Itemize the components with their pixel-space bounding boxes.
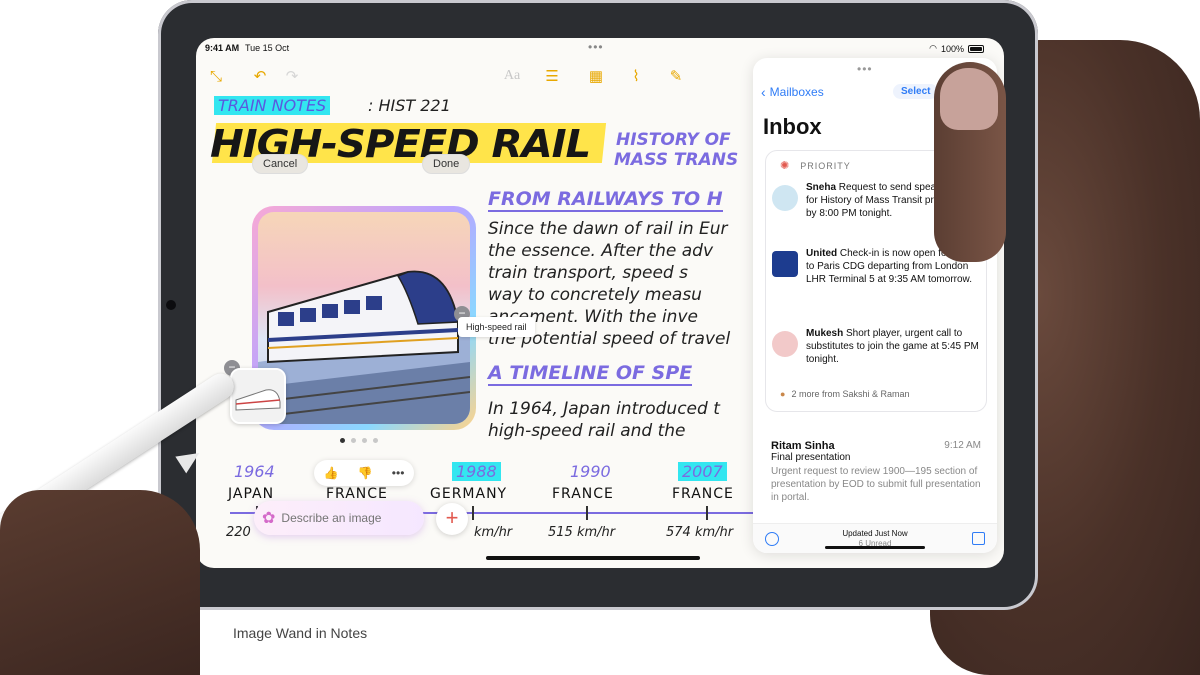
image-playground-icon: ✿ — [262, 510, 276, 527]
section2-line-2: high-speed rail and the — [488, 421, 686, 441]
undo-icon[interactable]: ↶ — [250, 66, 270, 86]
title-side-line-1: HISTORY OF — [616, 130, 731, 150]
table-icon[interactable]: ▦ — [586, 66, 606, 86]
attachment-icon[interactable]: ⌇ — [626, 66, 646, 86]
image-page-indicator[interactable] — [340, 438, 378, 443]
section2-heading: A TIMELINE OF SPE — [488, 362, 693, 386]
timeline-tick — [586, 506, 588, 520]
status-indicators: ◠ 100% — [929, 43, 984, 54]
battery-percent: 100% — [940, 43, 964, 54]
message-sender: Mukesh — [806, 328, 844, 339]
status-time: 9:41 AM — [205, 43, 240, 53]
message-subject: Final presentation — [771, 452, 851, 463]
train-illustration — [258, 270, 470, 424]
mailboxes-label: Mailboxes — [769, 85, 824, 99]
markup-icon[interactable]: ✎ — [666, 66, 686, 86]
priority-icon: ✺ — [780, 160, 791, 172]
airline-logo — [772, 251, 798, 277]
source-sketch-thumbnail[interactable] — [230, 368, 286, 424]
priority-label: PRIORITY — [800, 160, 851, 171]
mailboxes-back-button[interactable]: ‹ Mailboxes — [761, 84, 824, 100]
timeline-year: 1988 — [452, 462, 501, 481]
timeline-year: 2007 — [678, 462, 727, 481]
priority-message[interactable]: Mukesh Short player, urgent call to subs… — [772, 327, 982, 371]
slide-over-home-indicator[interactable] — [825, 546, 925, 549]
done-button[interactable]: Done — [422, 154, 471, 174]
message-sender: United — [806, 248, 838, 259]
title-side-line-2: MASS TRANS — [614, 150, 739, 170]
timeline-country: JAPAN — [228, 486, 275, 502]
more-messages-label: 2 more from Sakshi & Raman — [791, 389, 910, 399]
timeline-speed: 220 — [226, 525, 251, 540]
course-label: : HIST 221 — [368, 96, 451, 115]
tag-label: TRAIN NOTES — [214, 96, 331, 115]
section1-line-3: train transport, speed s — [488, 263, 688, 283]
message-sender: Sneha — [806, 182, 837, 193]
compose-icon[interactable] — [972, 532, 985, 545]
slide-over-grabber-icon[interactable]: ••• — [857, 62, 873, 76]
timeline-speed: 574 km/hr — [666, 525, 734, 540]
timeline-speed: 515 km/hr — [548, 525, 616, 540]
sketch-illustration — [232, 370, 284, 422]
image-caption: Image Wand in Notes — [233, 625, 368, 641]
timeline-country: FRANCE — [672, 486, 734, 502]
checklist-icon[interactable]: ☰ — [542, 66, 562, 86]
section2-line-1: In 1964, Japan introduced t — [488, 399, 720, 419]
describe-image-input[interactable] — [281, 511, 402, 525]
battery-icon — [968, 44, 984, 53]
updated-label: Updated Just Now — [842, 529, 908, 538]
thumbs-up-icon[interactable]: 👍 — [324, 466, 339, 480]
chevron-left-icon: ‹ — [761, 84, 766, 100]
feedback-bar: 👍 👎 ••• — [314, 460, 414, 486]
wifi-icon: ◠ — [929, 43, 937, 53]
timeline-country: FRANCE — [552, 486, 614, 502]
thumbs-down-icon[interactable]: 👎 — [358, 466, 373, 480]
front-camera — [166, 300, 176, 310]
timeline-country: GERMANY — [430, 486, 508, 502]
section1-line-1: Since the dawn of rail in Eur — [488, 219, 728, 239]
section1-line-2: the essence. After the adv — [488, 241, 714, 261]
image-description-label[interactable]: High-speed rail — [458, 317, 535, 337]
multitasking-dots-icon[interactable]: ••• — [588, 40, 604, 54]
more-options-icon[interactable]: ••• — [392, 466, 405, 480]
timeline-country: FRANCE — [326, 486, 388, 502]
left-hand — [0, 490, 200, 675]
generated-train-image[interactable] — [258, 212, 470, 424]
message-row[interactable]: Ritam Sinha 9:12 AM Final presentation U… — [771, 440, 981, 504]
collapse-icon[interactable]: ⤡ — [206, 66, 226, 86]
message-time: 9:12 AM — [944, 440, 981, 451]
text-format-button[interactable]: Aa — [500, 66, 524, 86]
message-preview: Urgent request to review 1900—195 sectio… — [771, 466, 981, 503]
timeline-speed: km/hr — [474, 525, 513, 540]
right-thumbnail-nail — [940, 68, 998, 130]
avatar — [772, 331, 798, 357]
timeline-tick — [472, 506, 474, 520]
status-date: Tue 15 Oct — [245, 43, 290, 53]
avatar — [772, 185, 798, 211]
section1-line-4: way to concretely measu — [488, 285, 702, 305]
ipad-screen: 9:41 AM Tue 15 Oct ••• ◠ 100% ⤡ ↶ ↷ Aa ☰… — [196, 38, 1004, 568]
cancel-button[interactable]: Cancel — [252, 154, 309, 174]
add-button[interactable]: + — [436, 503, 468, 535]
timeline-year: 1964 — [234, 462, 275, 481]
redo-icon[interactable]: ↷ — [282, 66, 302, 86]
home-indicator[interactable] — [486, 556, 700, 560]
timeline-tick — [706, 506, 708, 520]
image-wand-bar: ✿ — [254, 501, 424, 535]
priority-header: ✺ PRIORITY — [780, 159, 851, 172]
select-button[interactable]: Select — [893, 84, 939, 99]
people-icon: ● — [780, 389, 786, 399]
timeline-year: 1990 — [570, 462, 611, 481]
more-messages-row[interactable]: ● 2 more from Sakshi & Raman — [780, 389, 909, 399]
section1-heading: FROM RAILWAYS TO H — [488, 188, 723, 212]
inbox-title: Inbox — [763, 114, 822, 139]
status-bar: 9:41 AM Tue 15 Oct ••• ◠ 100% — [196, 38, 1004, 58]
